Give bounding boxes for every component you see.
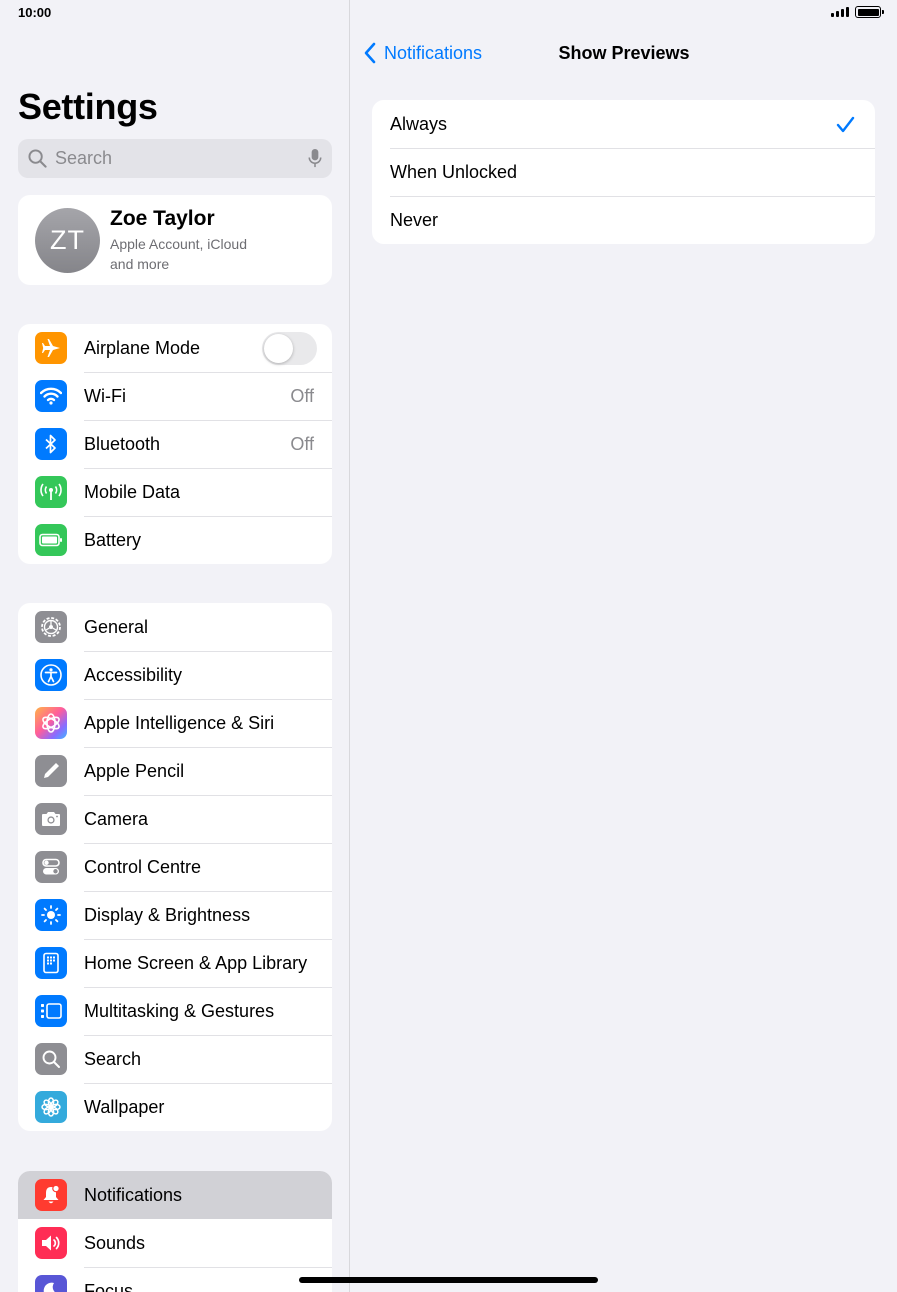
- sidebar-item-wallpaper[interactable]: Wallpaper: [18, 1083, 332, 1131]
- gear-icon: [35, 611, 67, 643]
- siri-icon: [35, 707, 67, 739]
- sidebar-item-notifications[interactable]: Notifications: [18, 1171, 332, 1219]
- general-group: General Accessibility Apple Intelligence…: [18, 603, 332, 1131]
- sidebar-item-mobile-data[interactable]: Mobile Data: [18, 468, 332, 516]
- settings-sidebar: Settings Search ZT Zoe Taylor Apple Acco…: [0, 0, 350, 1292]
- sun-icon: [35, 899, 67, 931]
- ipad-screen: 10:00 Settings Search ZT Zoe Taylor Appl…: [0, 0, 897, 1292]
- wifi-icon: [35, 380, 67, 412]
- show-previews-options: Always When Unlocked Never: [372, 100, 875, 244]
- sidebar-item-label: Notifications: [84, 1184, 183, 1205]
- antenna-icon: [35, 476, 67, 508]
- bluetooth-icon: [35, 428, 67, 460]
- sidebar-item-accessibility[interactable]: Accessibility: [18, 651, 332, 699]
- option-never[interactable]: Never: [372, 196, 875, 244]
- sidebar-item-focus[interactable]: Focus: [18, 1267, 332, 1292]
- option-label: Never: [390, 209, 439, 230]
- option-always[interactable]: Always: [372, 100, 875, 148]
- microphone-icon[interactable]: [308, 148, 322, 169]
- sidebar-item-label: Wallpaper: [84, 1096, 165, 1117]
- sidebar-item-apple-intelligence[interactable]: Apple Intelligence & Siri: [18, 699, 332, 747]
- option-when-unlocked[interactable]: When Unlocked: [372, 148, 875, 196]
- sidebar-item-label: Accessibility: [84, 664, 183, 685]
- sidebar-item-multitasking[interactable]: Multitasking & Gestures: [18, 987, 332, 1035]
- home-screen-icon: [35, 947, 67, 979]
- profile-card[interactable]: ZT Zoe Taylor Apple Account, iCloud and …: [18, 195, 332, 285]
- multitasking-icon: [35, 995, 67, 1027]
- sidebar-item-label: Airplane Mode: [84, 337, 201, 358]
- avatar: ZT: [35, 207, 100, 273]
- search-placeholder: Search: [55, 148, 113, 168]
- toggles-icon: [35, 851, 67, 883]
- sidebar-item-home-screen[interactable]: Home Screen & App Library: [18, 939, 332, 987]
- sidebar-item-airplane-mode[interactable]: Airplane Mode: [18, 324, 332, 372]
- profile-subtitle: Apple Account, iCloud and more: [110, 235, 247, 272]
- sidebar-item-battery[interactable]: Battery: [18, 516, 332, 564]
- sidebar-item-wifi[interactable]: Wi-Fi Off: [18, 372, 332, 420]
- profile-name: Zoe Taylor: [110, 206, 215, 230]
- search-icon: [28, 149, 47, 168]
- sidebar-item-search[interactable]: Search: [18, 1035, 332, 1083]
- flower-icon: [35, 1091, 67, 1123]
- sidebar-item-general[interactable]: General: [18, 603, 332, 651]
- sidebar-item-label: Focus: [84, 1280, 134, 1292]
- option-label: Always: [390, 113, 448, 134]
- moon-icon: [35, 1275, 67, 1292]
- sidebar-item-sounds[interactable]: Sounds: [18, 1219, 332, 1267]
- bluetooth-status: Off: [290, 433, 314, 454]
- connectivity-group: Airplane Mode Wi-Fi Off Bluetooth Off Mo…: [18, 324, 332, 564]
- sidebar-item-label: Control Centre: [84, 856, 202, 877]
- page-title: Settings: [18, 86, 158, 127]
- speaker-icon: [35, 1227, 67, 1259]
- search-field[interactable]: Search: [18, 139, 332, 178]
- sidebar-item-bluetooth[interactable]: Bluetooth Off: [18, 420, 332, 468]
- sidebar-item-camera[interactable]: Camera: [18, 795, 332, 843]
- sidebar-item-control-centre[interactable]: Control Centre: [18, 843, 332, 891]
- sidebar-item-label: Apple Intelligence & Siri: [84, 712, 275, 733]
- notifications-group: Notifications Sounds Focus: [18, 1171, 332, 1292]
- sidebar-item-apple-pencil[interactable]: Apple Pencil: [18, 747, 332, 795]
- sidebar-item-label: Search: [84, 1048, 142, 1069]
- search-icon: [35, 1043, 67, 1075]
- option-label: When Unlocked: [390, 161, 518, 182]
- battery-icon: [35, 524, 67, 556]
- bell-icon: [35, 1179, 67, 1211]
- detail-pane: Notifications Show Previews Always When …: [351, 0, 897, 1292]
- airplane-mode-toggle[interactable]: [262, 331, 317, 365]
- sidebar-item-label: Battery: [84, 529, 142, 550]
- accessibility-icon: [35, 659, 67, 691]
- sidebar-item-label: Home Screen & App Library: [84, 952, 308, 973]
- sidebar-item-label: Multitasking & Gestures: [84, 1000, 275, 1021]
- sidebar-item-label: Bluetooth: [84, 433, 161, 454]
- sidebar-item-label: Apple Pencil: [84, 760, 185, 781]
- sidebar-item-label: Sounds: [84, 1232, 146, 1253]
- camera-icon: [35, 803, 67, 835]
- sidebar-item-label: Wi-Fi: [84, 385, 126, 406]
- sidebar-item-display-brightness[interactable]: Display & Brightness: [18, 891, 332, 939]
- sidebar-item-label: General: [84, 616, 149, 637]
- sidebar-item-label: Camera: [84, 808, 149, 829]
- sidebar-item-label: Display & Brightness: [84, 904, 251, 925]
- checkmark-icon: [836, 116, 855, 132]
- home-indicator[interactable]: [299, 1277, 598, 1283]
- wifi-status: Off: [290, 385, 314, 406]
- pencil-icon: [35, 755, 67, 787]
- airplane-icon: [35, 332, 67, 364]
- sidebar-item-label: Mobile Data: [84, 481, 181, 502]
- detail-title: Show Previews: [558, 43, 690, 63]
